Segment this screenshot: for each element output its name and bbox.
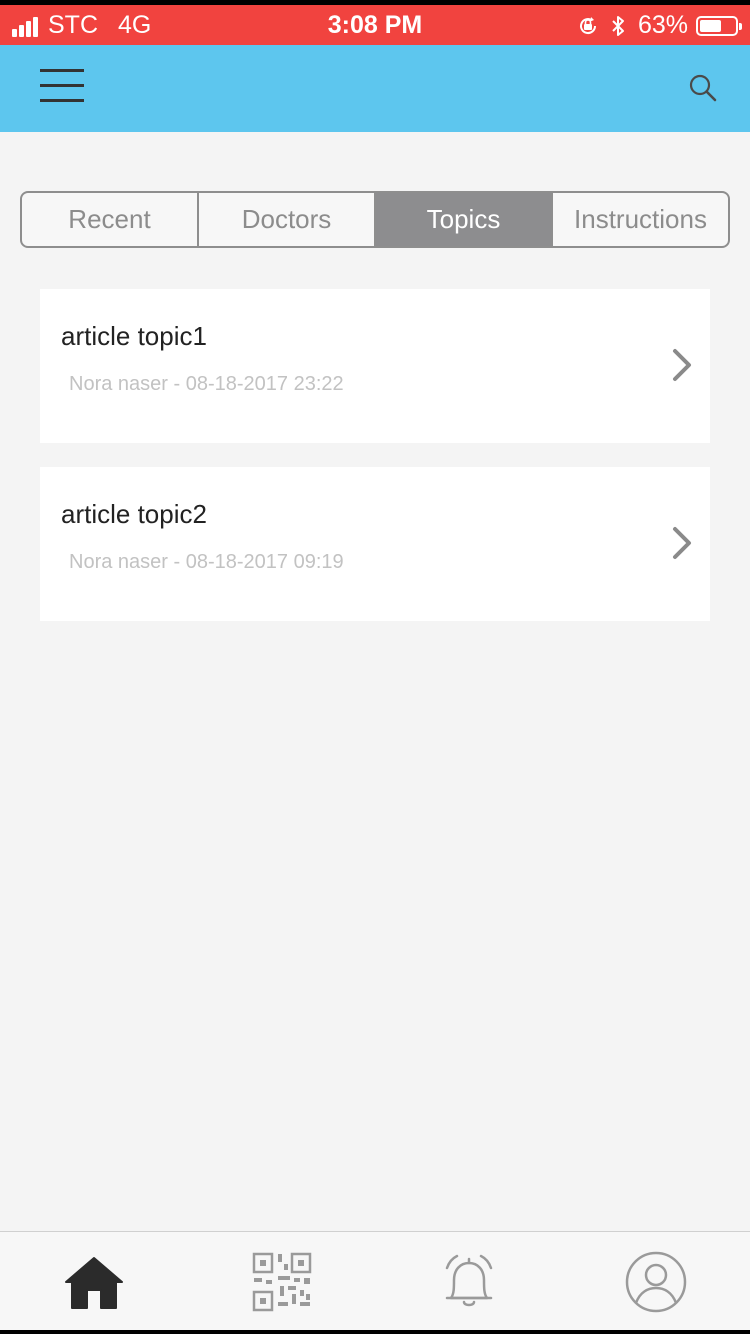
article-meta: Nora naser - 08-18-2017 23:22 <box>69 373 344 395</box>
nav-bar <box>0 45 750 132</box>
bluetooth-icon <box>612 15 624 36</box>
profile-icon[interactable] <box>624 1250 688 1314</box>
status-bar: STC 4G 3:08 PM 63% <box>0 5 750 45</box>
screen-bottom-edge <box>0 1330 750 1334</box>
chevron-right-icon <box>673 527 691 559</box>
article-card[interactable]: article topic2 Nora naser - 08-18-2017 0… <box>40 467 710 621</box>
orientation-lock-icon <box>579 16 596 34</box>
article-title: article topic2 <box>61 499 207 529</box>
battery-label: 63% <box>637 11 688 39</box>
segment-recent[interactable]: Recent <box>22 193 199 246</box>
segment-instructions[interactable]: Instructions <box>553 193 728 246</box>
bell-icon[interactable] <box>437 1250 501 1314</box>
chevron-right-icon <box>673 349 691 381</box>
article-meta: Nora naser - 08-18-2017 09:19 <box>69 551 344 573</box>
segment-topics[interactable]: Topics <box>376 193 553 246</box>
battery-fill <box>700 19 721 32</box>
tab-bar <box>0 1231 750 1331</box>
battery-icon <box>696 15 742 36</box>
article-card[interactable]: article topic1 Nora naser - 08-18-2017 2… <box>40 289 710 443</box>
status-right: 63% <box>576 11 742 40</box>
search-icon[interactable] <box>688 73 718 103</box>
hamburger-icon[interactable] <box>40 69 84 109</box>
segmented-control: Recent Doctors Topics Instructions <box>20 191 730 248</box>
qr-code-icon[interactable] <box>250 1250 314 1314</box>
segment-doctors[interactable]: Doctors <box>199 193 376 246</box>
home-icon[interactable] <box>62 1250 126 1314</box>
article-title: article topic1 <box>61 321 207 351</box>
